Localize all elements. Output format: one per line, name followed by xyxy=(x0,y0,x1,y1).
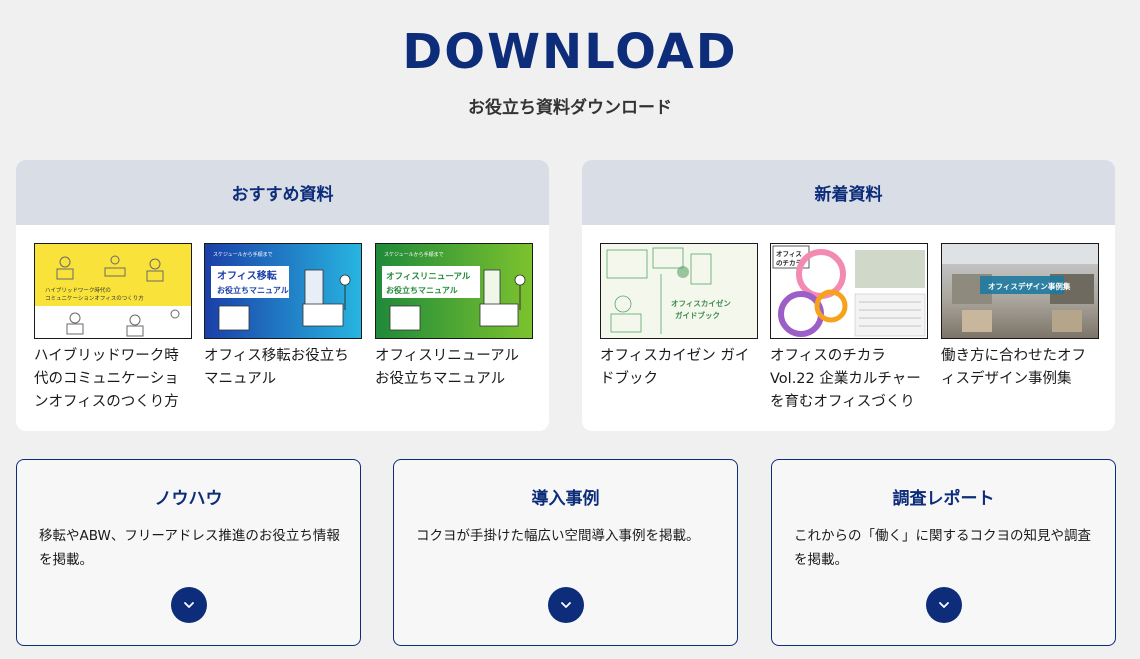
svg-text:オフィスカイゼン: オフィスカイゼン xyxy=(671,298,731,308)
svg-text:オフィスデザイン事例集: オフィスデザイン事例集 xyxy=(988,281,1071,291)
recommended-heading: おすすめ資料 xyxy=(16,160,549,225)
recommended-card-hybrid[interactable]: ハイブリッドワーク時代の コミュニケーションオフィスのつくり方 ハイブリッドワー… xyxy=(34,243,192,414)
recommended-panel: おすすめ資料 ハイブリッドワーク時代の コミュニケーションオフィスのつくり方 ハ… xyxy=(16,160,549,431)
thumbnail-renewal: スケジュールから手順まで オフィスリニューアル お役立ちマニュアル xyxy=(375,243,533,339)
svg-text:ガイドブック: ガイドブック xyxy=(675,310,720,320)
recommended-card-renewal[interactable]: スケジュールから手順まで オフィスリニューアル お役立ちマニュアル オフィスリニ… xyxy=(375,243,533,391)
thumbnail-hybrid: ハイブリッドワーク時代の コミュニケーションオフィスのつくり方 xyxy=(34,243,192,339)
new-arrivals-panel: 新着資料 オフィスカイゼン ガイドブック オフィスカイゼン ガイドブック オフィ… xyxy=(582,160,1115,431)
new-arrivals-heading: 新着資料 xyxy=(582,160,1115,225)
category-description: 移転やABW、フリーアドレス推進のお役立ち情報を掲載。 xyxy=(39,528,340,568)
svg-text:ハイブリッドワーク時代の: ハイブリッドワーク時代の xyxy=(45,286,111,294)
chevron-down-icon xyxy=(183,602,194,608)
category-card-knowhow[interactable]: ノウハウ 移転やABW、フリーアドレス推進のお役立ち情報を掲載。 xyxy=(16,459,361,646)
thumbnail-design: オフィスデザイン事例集 xyxy=(941,243,1099,339)
svg-text:お役立ちマニュアル: お役立ちマニュアル xyxy=(217,285,289,295)
card-title[interactable]: オフィスのチカラVol.22 企業カルチャーを育むオフィスづくり xyxy=(770,345,928,414)
thumbnail-relocation: スケジュールから手順まで オフィス移転 お役立ちマニュアル xyxy=(204,243,362,339)
svg-text:スケジュールから手順まで: スケジュールから手順まで xyxy=(384,251,444,258)
card-title[interactable]: ハイブリッドワーク時代のコミュニケーションオフィスのつくり方 xyxy=(34,345,192,414)
svg-text:スケジュールから手順まで: スケジュールから手順まで xyxy=(213,251,273,258)
chevron-down-icon xyxy=(938,602,949,608)
thumbnail-kaizen: オフィスカイゼン ガイドブック xyxy=(600,243,758,339)
svg-text:お役立ちマニュアル: お役立ちマニュアル xyxy=(386,285,458,295)
card-title[interactable]: オフィスカイゼン ガイドブック xyxy=(600,345,758,391)
recommended-card-relocation[interactable]: スケジュールから手順まで オフィス移転 お役立ちマニュアル オフィス移転お役立ち… xyxy=(204,243,362,391)
svg-text:コミュニケーションオフィスのつくり方: コミュニケーションオフィスのつくり方 xyxy=(45,294,144,302)
category-card-cases[interactable]: 導入事例 コクヨが手掛けた幅広い空間導入事例を掲載。 xyxy=(393,459,738,646)
chevron-down-icon xyxy=(560,602,571,608)
new-card-design[interactable]: オフィスデザイン事例集 働き方に合わせたオフィスデザイン事例集 xyxy=(941,243,1099,391)
expand-button[interactable] xyxy=(925,587,962,623)
svg-text:オフィス移転: オフィス移転 xyxy=(217,269,277,282)
category-card-research[interactable]: 調査レポート これからの「働く」に関するコクヨの知見や調査を掲載。 xyxy=(771,459,1116,646)
page-subtitle: お役立ち資料ダウンロード xyxy=(468,98,672,118)
category-description: コクヨが手掛けた幅広い空間導入事例を掲載。 xyxy=(416,528,700,544)
svg-text:オフィス: オフィス xyxy=(776,250,802,258)
category-title: 調査レポート xyxy=(892,489,995,509)
svg-text:オフィスリニューアル: オフィスリニューアル xyxy=(386,272,471,282)
card-title[interactable]: オフィス移転お役立ちマニュアル xyxy=(204,345,362,391)
card-title[interactable]: オフィスリニューアルお役立ちマニュアル xyxy=(375,345,533,391)
card-title[interactable]: 働き方に合わせたオフィスデザイン事例集 xyxy=(941,345,1099,391)
page-title: DOWNLOAD xyxy=(402,24,738,80)
category-title: 導入事例 xyxy=(531,489,600,509)
category-title: ノウハウ xyxy=(154,489,223,509)
category-description: これからの「働く」に関するコクヨの知見や調査を掲載。 xyxy=(794,528,1091,568)
expand-button[interactable] xyxy=(170,587,207,623)
expand-button[interactable] xyxy=(547,587,584,623)
new-card-kaizen[interactable]: オフィスカイゼン ガイドブック オフィスカイゼン ガイドブック xyxy=(600,243,758,391)
new-card-chikara[interactable]: オフィス のチカラ オフィスのチカラVol.22 企業カルチャーを育むオフィスづ… xyxy=(770,243,928,414)
thumbnail-chikara: オフィス のチカラ xyxy=(770,243,928,339)
